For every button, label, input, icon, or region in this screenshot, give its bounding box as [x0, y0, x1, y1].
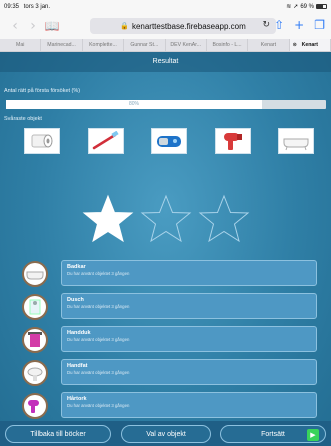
bookmarks-icon[interactable]: 📖	[42, 19, 62, 33]
result-thumb	[22, 294, 48, 320]
result-title: Handfat	[67, 363, 88, 369]
continue-label: Fortsätt	[261, 430, 285, 438]
browser-tab-label: Mai	[16, 42, 25, 48]
toilet-paper-icon	[31, 134, 53, 148]
continue-button[interactable]: Fortsätt ▶	[220, 425, 326, 443]
browser-tab-label: Bosinfo - L...	[212, 42, 242, 48]
browser-tab[interactable]: Komplette...	[83, 39, 125, 51]
choose-objects-button[interactable]: Val av objekt	[121, 425, 211, 443]
play-icon: ▶	[307, 429, 319, 441]
result-subtitle: Du har använt objektet 3 gången	[67, 403, 130, 408]
star-filled-icon	[82, 194, 134, 249]
hardest-object[interactable]	[87, 128, 124, 154]
star-empty-icon	[140, 194, 192, 249]
battery-icon	[316, 4, 327, 9]
browser-tab-label: Gunnar St...	[130, 42, 159, 48]
result-title: Badkar	[67, 264, 86, 270]
browser-tab[interactable]: Gunnar St...	[124, 39, 166, 51]
result-thumb	[22, 360, 48, 386]
status-bar: 09:35 tors 3 jan. ≋ ➚ 69 %	[0, 0, 331, 13]
result-row[interactable]: Badkar Du har använt objektet 3 gången	[22, 260, 318, 288]
result-row[interactable]: Dusch Du har använt objektet 3 gången	[22, 293, 318, 321]
result-subtitle: Du har använt objektet 3 gången	[67, 370, 130, 375]
hardest-label: Svåraste objekt	[4, 116, 42, 122]
result-subtitle: Du har använt objektet 3 gången	[67, 271, 130, 276]
result-row[interactable]: Handfat Du har använt objektet 3 gången	[22, 359, 318, 387]
browser-tab[interactable]: Kenart	[248, 39, 290, 51]
page-title: Resultat	[0, 52, 331, 72]
close-tab-icon[interactable]: ⊗	[293, 42, 297, 48]
result-thumb	[22, 393, 48, 419]
result-card: Hårtork Du har använt objektet 3 gången	[61, 392, 317, 418]
result-card: Badkar Du har använt objektet 3 gången	[61, 260, 317, 286]
status-date: tors 3 jan.	[23, 3, 51, 10]
sink-icon	[27, 367, 43, 381]
result-thumb	[22, 261, 48, 287]
bathtub-icon	[283, 138, 309, 151]
result-subtitle: Du har använt objektet 3 gången	[67, 337, 130, 342]
hardest-object[interactable]	[214, 128, 251, 154]
results-list: Badkar Du har använt objektet 3 gången D…	[22, 260, 318, 425]
hardest-object[interactable]	[24, 128, 60, 154]
share-icon[interactable]: ⇧	[274, 18, 284, 32]
lock-icon: 🔒	[120, 22, 129, 30]
hardest-object[interactable]	[151, 128, 187, 154]
app-content: Resultat Antal rätt på första försöket (…	[0, 52, 331, 446]
forward-arrow-icon[interactable]: ›	[24, 18, 42, 34]
back-to-books-button[interactable]: Tillbaka till böcker	[5, 425, 111, 443]
reload-icon[interactable]: ↻	[262, 20, 270, 30]
new-tab-icon[interactable]: +	[294, 18, 304, 32]
status-time: 09:35	[4, 3, 20, 10]
tabs-bar: Mai Marinecad... Komplette... Gunnar St.…	[0, 39, 331, 52]
url-bar[interactable]: 🔒 kenarttestbase.firebaseapp.com ↻	[90, 18, 276, 34]
battery-percent: 69 %	[300, 3, 314, 10]
result-card: Dusch Du har använt objektet 3 gången	[61, 293, 317, 319]
browser-toolbar: ‹ › 📖 🔒 kenarttestbase.firebaseapp.com ↻…	[0, 13, 331, 39]
result-subtitle: Du har använt objektet 3 gången	[67, 304, 130, 309]
hardest-object[interactable]	[278, 128, 314, 154]
browser-tab[interactable]: Mai	[0, 39, 42, 51]
tabs-overview-icon[interactable]: ❐	[314, 18, 325, 32]
browser-tab-label: Komplette...	[89, 42, 117, 48]
hair-dryer-icon	[28, 400, 39, 413]
browser-tab-active[interactable]: ⊗ Kenart	[289, 39, 331, 51]
result-card: Handduk Du har använt objektet 3 gången	[61, 326, 317, 352]
toothbrush-icon	[92, 131, 119, 150]
hardest-objects	[24, 128, 314, 154]
shower-icon	[29, 299, 41, 315]
rating-stars	[0, 194, 331, 249]
result-title: Handduk	[67, 330, 91, 336]
browser-tab-label: DEV KenAr...	[170, 42, 201, 48]
browser-tab-label: Marinecad...	[47, 42, 76, 48]
result-row[interactable]: Handduk Du har använt objektet 3 gången	[22, 326, 318, 354]
back-arrow-icon[interactable]: ‹	[6, 18, 24, 34]
first-try-progress: 80%	[6, 100, 326, 109]
wifi-icon: ≋	[286, 4, 292, 10]
first-try-label: Antal rätt på första försöket (%)	[4, 88, 81, 94]
hair-dryer-icon	[223, 133, 242, 150]
result-row[interactable]: Hårtork Du har använt objektet 3 gången	[22, 392, 318, 420]
browser-tab[interactable]: Bosinfo - L...	[207, 39, 249, 51]
bathtub-icon	[26, 271, 44, 280]
result-card: Handfat Du har använt objektet 3 gången	[61, 359, 317, 385]
result-title: Dusch	[67, 297, 84, 303]
result-title: Hårtork	[67, 396, 87, 402]
location-icon: ➚	[293, 4, 299, 10]
browser-tab[interactable]: Marinecad...	[41, 39, 83, 51]
browser-tab-label: Kenart	[301, 42, 319, 48]
result-thumb	[22, 327, 48, 353]
towel-icon	[28, 332, 42, 347]
progress-fill: 80%	[6, 100, 262, 109]
electric-shaver-icon	[157, 136, 181, 147]
browser-tab-label: Kenart	[260, 42, 277, 48]
browser-tab[interactable]: DEV KenAr...	[166, 39, 207, 51]
star-empty-icon	[198, 194, 250, 249]
url-text: kenarttestbase.firebaseapp.com	[131, 21, 246, 31]
